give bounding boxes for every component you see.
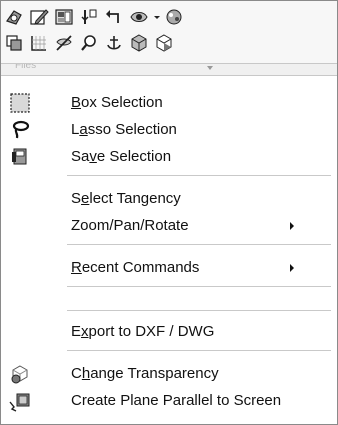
menu-separator bbox=[67, 286, 331, 287]
save-selection-icon bbox=[9, 146, 31, 168]
plane-parallel-icon bbox=[9, 390, 31, 412]
box-selection-icon bbox=[9, 92, 31, 114]
menu-separator bbox=[67, 244, 331, 245]
menu-item-select-tangency[interactable]: Select Tangency bbox=[1, 186, 337, 212]
menu-label: Box Selection bbox=[71, 94, 163, 111]
menu-label: Export to DXF / DWG bbox=[71, 323, 215, 340]
rotate-view-icon[interactable] bbox=[153, 32, 175, 54]
display-style-icon[interactable] bbox=[53, 6, 75, 28]
submenu-arrow-icon bbox=[290, 222, 294, 230]
context-menu-window: Files Box Selection Lasso Selection Save… bbox=[0, 0, 338, 425]
lasso-icon bbox=[9, 119, 31, 141]
menu-item-lasso-selection[interactable]: Lasso Selection bbox=[1, 117, 337, 143]
menu-separator bbox=[67, 310, 331, 311]
view-orientation-icon[interactable] bbox=[3, 6, 25, 28]
view-selector-icon[interactable] bbox=[3, 32, 25, 54]
hide-show-dropdown-icon[interactable] bbox=[153, 6, 161, 28]
menu-item-create-plane[interactable]: Create Plane Parallel to Screen bbox=[1, 388, 337, 414]
grid-view-icon[interactable] bbox=[28, 32, 50, 54]
menu-label: Lasso Selection bbox=[71, 121, 177, 138]
toolbar-row-2 bbox=[3, 31, 178, 55]
hide-lines-icon[interactable] bbox=[53, 32, 75, 54]
transparency-icon bbox=[9, 363, 31, 385]
menu-label: Recent Commands bbox=[71, 259, 200, 276]
strip-dropdown-icon bbox=[207, 66, 213, 70]
strip-ghost-text: Files bbox=[15, 63, 37, 71]
zoom-icon[interactable] bbox=[78, 32, 100, 54]
hide-show-items-icon[interactable] bbox=[128, 6, 150, 28]
menu-label: Create Plane Parallel to Screen bbox=[71, 392, 282, 409]
cube-view-icon[interactable] bbox=[128, 32, 150, 54]
collapsed-panel-strip: Files bbox=[1, 63, 337, 76]
menu-item-box-selection[interactable]: Box Selection bbox=[1, 90, 337, 116]
menu-item-zoom-pan-rotate[interactable]: Zoom/Pan/Rotate bbox=[1, 213, 337, 239]
menu-label: Zoom/Pan/Rotate bbox=[71, 217, 189, 234]
context-toolbar bbox=[1, 1, 337, 63]
menu-item-change-transparency[interactable]: Change Transparency bbox=[1, 361, 337, 387]
menu-label: Select Tangency bbox=[71, 190, 181, 207]
menu-label: Save Selection bbox=[71, 148, 172, 165]
menu-item-save-selection[interactable]: Save Selection bbox=[1, 144, 337, 170]
menu-label: Change Transparency bbox=[71, 365, 219, 382]
toolbar-row-1 bbox=[3, 5, 188, 29]
menu-item-recent-commands[interactable]: Recent Commands bbox=[1, 255, 337, 281]
section-view-icon[interactable] bbox=[78, 6, 100, 28]
submenu-arrow-icon bbox=[290, 264, 294, 272]
sketch-edit-icon[interactable] bbox=[28, 6, 50, 28]
anchor-icon[interactable] bbox=[103, 32, 125, 54]
menu-separator bbox=[67, 175, 331, 176]
context-menu: Box Selection Lasso Selection Save Selec… bbox=[1, 77, 337, 424]
appearance-icon[interactable] bbox=[163, 6, 185, 28]
menu-item-export-dxf[interactable]: Export to DXF / DWG bbox=[1, 319, 337, 345]
menu-separator bbox=[67, 350, 331, 351]
previous-view-icon[interactable] bbox=[103, 6, 125, 28]
